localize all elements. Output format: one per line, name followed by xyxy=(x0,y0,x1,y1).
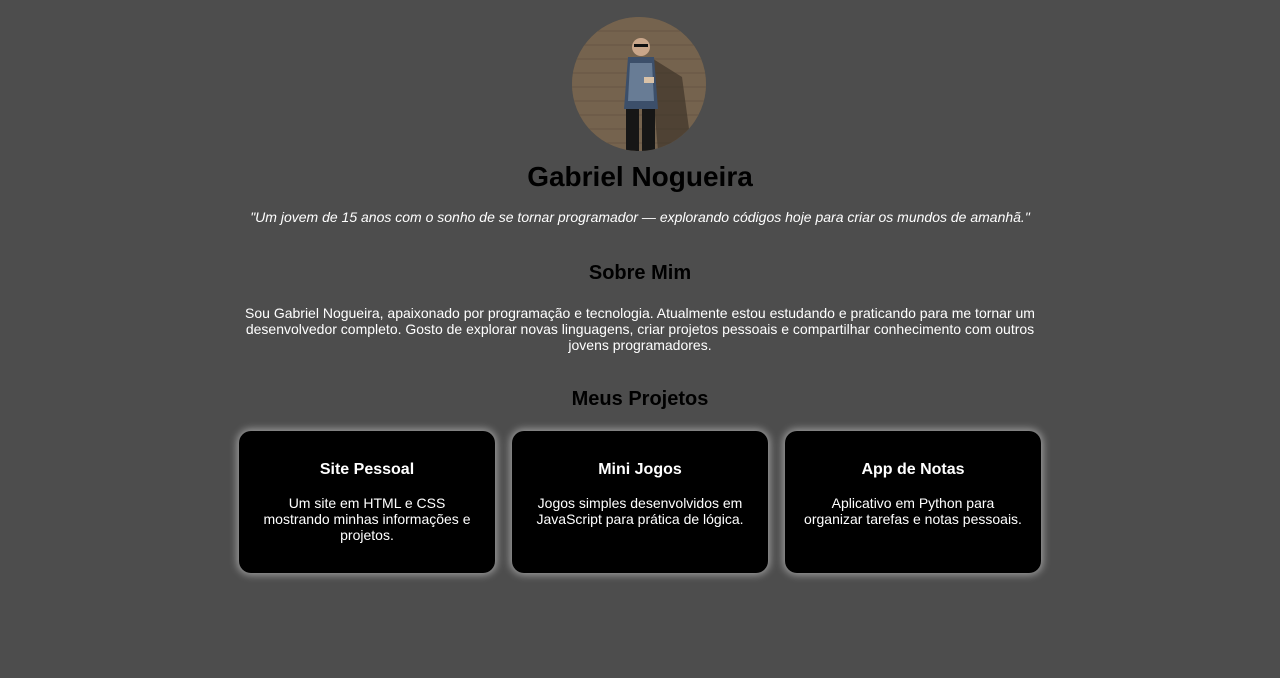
project-title: Site Pessoal xyxy=(319,461,415,478)
projects-title: Meus Projetos xyxy=(571,388,709,410)
project-title: App de Notas xyxy=(861,461,965,478)
profile-name: Gabriel Nogueira xyxy=(527,161,753,192)
profile-quote: "Um jovem de 15 anos com o sonho de se t… xyxy=(250,209,1030,225)
project-card-mini-jogos: Mini Jogos Jogos simples desenvolvidos e… xyxy=(512,431,768,573)
page: Gabriel Nogueira "Um jovem de 15 anos co… xyxy=(0,0,1280,678)
about-text: Sou Gabriel Nogueira, apaixonado por pro… xyxy=(245,305,1035,353)
project-description: Um site em HTML e CSS mostrando minhas i… xyxy=(263,495,471,543)
project-description: Aplicativo em Python para organizar tare… xyxy=(804,495,1022,527)
project-card-site-pessoal: Site Pessoal Um site em HTML e CSS mostr… xyxy=(239,431,495,573)
project-description: Jogos simples desenvolvidos em JavaScrip… xyxy=(536,495,744,527)
projects-grid: Site Pessoal Um site em HTML e CSS mostr… xyxy=(239,431,1041,573)
about-title: Sobre Mim xyxy=(588,262,692,284)
project-card-app-de-notas: App de Notas Aplicativo em Python para o… xyxy=(785,431,1041,573)
profile-photo xyxy=(572,17,706,151)
project-title: Mini Jogos xyxy=(598,461,682,478)
avatar xyxy=(572,17,706,151)
